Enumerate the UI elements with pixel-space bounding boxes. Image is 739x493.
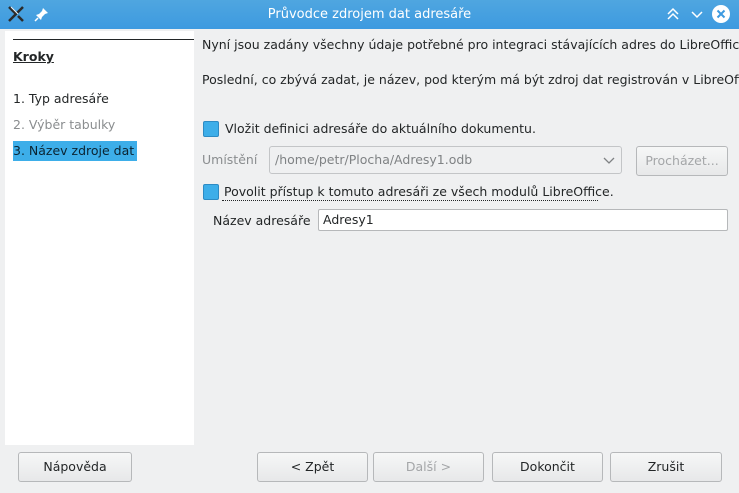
intro-text-2: Poslední, co zbývá zadat, je název, pod … <box>202 72 739 87</box>
location-combobox[interactable]: /home/petr/Plocha/Adresy1.odb <box>269 146 622 174</box>
steps-panel: Kroky 1. Typ adresáře 2. Výběr tabulky 3… <box>5 31 194 445</box>
location-value: /home/petr/Plocha/Adresy1.odb <box>275 152 473 167</box>
name-input-value: Adresy1 <box>323 212 374 227</box>
window-title: Průvodce zdrojem dat adresáře <box>267 7 472 22</box>
name-input[interactable]: Adresy1 <box>318 209 728 231</box>
intro-text: Nyní jsou zadány všechny údaje potřebné … <box>202 37 739 52</box>
close-icon[interactable] <box>711 4 731 24</box>
divider <box>13 39 194 40</box>
chevron-down-icon <box>603 157 615 164</box>
access-checkbox[interactable] <box>203 184 219 200</box>
steps-heading: Kroky <box>13 49 54 64</box>
back-button[interactable]: < Zpět <box>257 452 368 482</box>
help-button[interactable]: Nápověda <box>18 452 132 482</box>
minimize-icon[interactable] <box>687 4 707 24</box>
keep-above-icon[interactable] <box>663 4 683 24</box>
cancel-button[interactable]: Zrušit <box>610 452 722 482</box>
access-checkbox-label[interactable]: Povolit přístup k tomuto adresáři ze vše… <box>224 184 614 199</box>
step-datasource-name[interactable]: 3. Název zdroje dat <box>13 141 138 161</box>
location-label: Umístění <box>202 152 258 167</box>
step-table: 2. Výběr tabulky <box>13 117 116 132</box>
embed-checkbox-label[interactable]: Vložit definici adresáře do aktuálního d… <box>225 121 536 136</box>
browse-button[interactable]: Procházet... <box>636 146 728 176</box>
step-type[interactable]: 1. Typ adresáře <box>13 89 112 109</box>
finish-button[interactable]: Dokončit <box>492 452 603 482</box>
embed-checkbox[interactable] <box>203 121 219 137</box>
focus-indicator <box>222 200 598 201</box>
title-bar: Průvodce zdrojem dat adresáře <box>0 0 739 29</box>
name-label: Název adresáře <box>213 213 311 228</box>
next-button[interactable]: Další > <box>373 452 484 482</box>
